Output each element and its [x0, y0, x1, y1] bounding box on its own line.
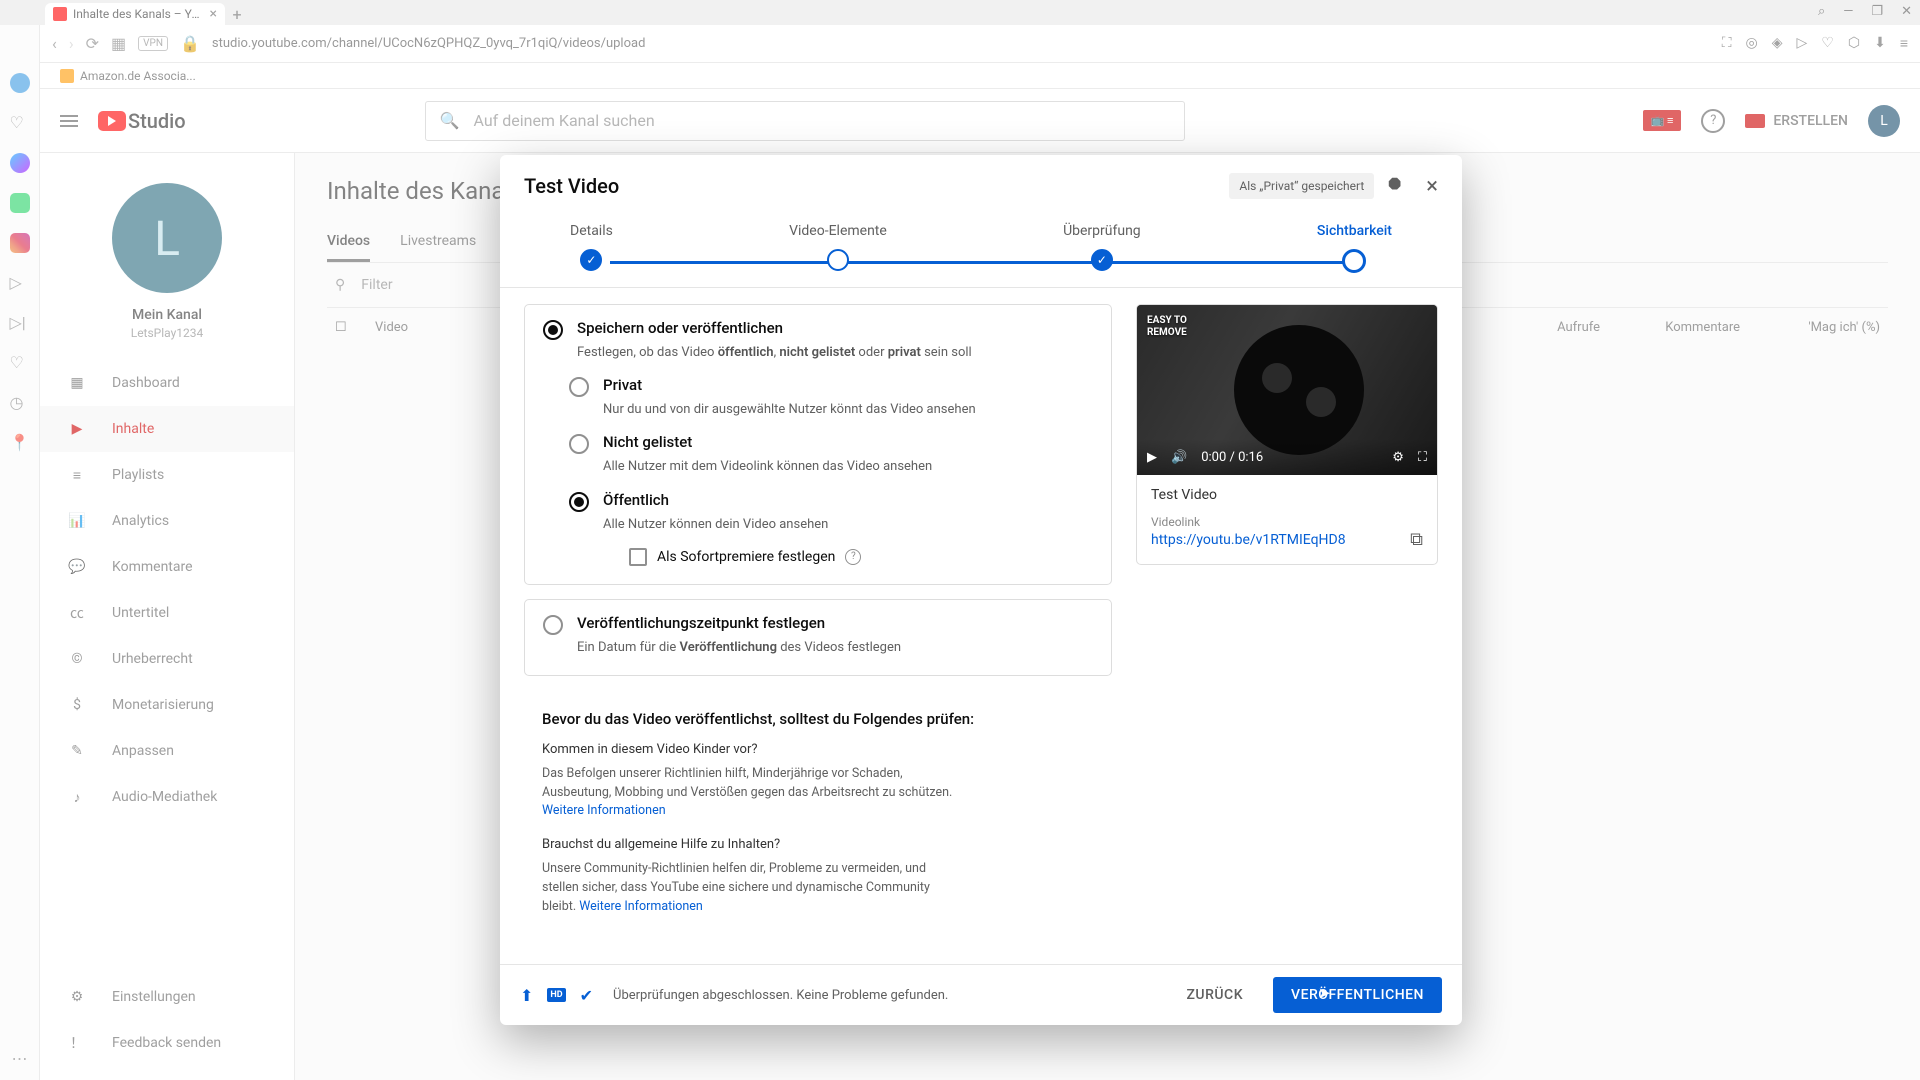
copy-link-icon[interactable]: ⧉	[1410, 529, 1423, 550]
radio-public[interactable]: Öffentlich Alle Nutzer können dein Video…	[569, 491, 1093, 534]
volume-icon[interactable]: 🔊	[1171, 450, 1187, 465]
play-icon[interactable]: ▶	[1147, 450, 1157, 465]
video-preview[interactable]: EASY TO REMOVE ▶ 🔊 0:00 / 0:16 ⚙ ⛶	[1137, 305, 1437, 475]
schedule-desc: Ein Datum für die Veröffentlichung des V…	[577, 639, 1093, 657]
video-time: 0:00 / 0:16	[1201, 450, 1263, 465]
step-elements[interactable]: Video-Elemente	[789, 223, 887, 273]
radio-save-publish[interactable]: Speichern oder veröffentlichen	[543, 319, 1093, 340]
check-a2: Unsere Community-Richtlinien helfen dir,…	[542, 860, 962, 916]
check-q1: Kommen in diesem Video Kinder vor?	[542, 742, 1094, 757]
radio-private[interactable]: Privat Nur du und von dir ausgewählte Nu…	[569, 376, 1093, 419]
step-visibility[interactable]: Sichtbarkeit	[1317, 223, 1392, 273]
check-q2: Brauchst du allgemeine Hilfe zu Inhalten…	[542, 837, 1094, 852]
mouse-cursor-icon: ➤	[1318, 984, 1331, 1002]
radio-dot-icon	[569, 492, 589, 512]
dialog-title: Test Video	[524, 174, 1229, 198]
thumb-overlay-text: EASY TO REMOVE	[1147, 315, 1187, 339]
close-dialog-icon[interactable]: ×	[1426, 174, 1438, 199]
video-preview-panel: EASY TO REMOVE ▶ 🔊 0:00 / 0:16 ⚙ ⛶ Test …	[1136, 304, 1438, 565]
radio-schedule[interactable]: Veröffentlichungszeitpunkt festlegen	[543, 614, 1093, 635]
upload-status-icon: ⬆	[520, 986, 533, 1005]
save-publish-desc: Festlegen, ob das Video öffentlich, nich…	[577, 344, 1093, 362]
feedback-dialog-icon[interactable]: ⯃	[1388, 175, 1410, 197]
fullscreen-icon[interactable]: ⛶	[1418, 450, 1427, 465]
radio-dot-icon	[569, 434, 589, 454]
schedule-label: Veröffentlichungszeitpunkt festlegen	[577, 614, 825, 632]
dialog-body: Speichern oder veröffentlichen Festlegen…	[500, 287, 1462, 964]
radio-dot-icon	[543, 320, 563, 340]
hd-status-icon: HD	[547, 988, 565, 1002]
learn-more-link[interactable]: Weitere Informationen	[579, 899, 703, 914]
learn-more-link[interactable]: Weitere Informationen	[542, 803, 666, 818]
premiere-label: Als Sofortpremiere festlegen	[657, 549, 835, 565]
pre-publish-checks: Bevor du das Video veröffentlichst, soll…	[524, 690, 1112, 943]
preview-link-label: Videolink	[1151, 515, 1423, 529]
check-a1: Das Befolgen unserer Richtlinien hilft, …	[542, 765, 962, 821]
step-checks[interactable]: Überprüfung✓	[1063, 223, 1141, 273]
help-icon[interactable]: ?	[845, 549, 861, 565]
publish-button[interactable]: VERÖFFENTLICHEN ➤	[1273, 977, 1442, 1013]
dialog-footer: ⬆ HD ✔ Überprüfungen abgeschlossen. Kein…	[500, 964, 1462, 1025]
check-status-icon: ✔	[580, 986, 593, 1005]
radio-dot-icon	[543, 615, 563, 635]
back-button[interactable]: ZURÜCK	[1170, 977, 1259, 1013]
preview-video-title: Test Video	[1151, 487, 1423, 503]
video-link[interactable]: https://youtu.be/v1RTMIEqHD8	[1151, 532, 1346, 548]
checkbox-icon	[629, 548, 647, 566]
save-publish-label: Speichern oder veröffentlichen	[577, 319, 783, 337]
checks-heading: Bevor du das Video veröffentlichst, soll…	[542, 710, 1094, 728]
upload-stepper: Details✓ Video-Elemente Überprüfung✓ Sic…	[500, 223, 1462, 273]
dialog-header: Test Video Als „Privat“ gespeichert ⯃ ×	[500, 155, 1462, 217]
premiere-checkbox-row[interactable]: Als Sofortpremiere festlegen ?	[629, 548, 1093, 566]
video-controls: ▶ 🔊 0:00 / 0:16 ⚙ ⛶	[1137, 439, 1437, 475]
step-details[interactable]: Details✓	[570, 223, 613, 273]
settings-icon[interactable]: ⚙	[1392, 450, 1404, 465]
footer-status: Überprüfungen abgeschlossen. Keine Probl…	[613, 988, 1156, 1003]
schedule-card: Veröffentlichungszeitpunkt festlegen Ein…	[524, 599, 1112, 676]
radio-dot-icon	[569, 377, 589, 397]
save-publish-card: Speichern oder veröffentlichen Festlegen…	[524, 304, 1112, 585]
saved-badge: Als „Privat“ gespeichert	[1229, 173, 1374, 199]
upload-dialog: Test Video Als „Privat“ gespeichert ⯃ × …	[500, 155, 1462, 1025]
radio-unlisted[interactable]: Nicht gelistet Alle Nutzer mit dem Video…	[569, 433, 1093, 476]
